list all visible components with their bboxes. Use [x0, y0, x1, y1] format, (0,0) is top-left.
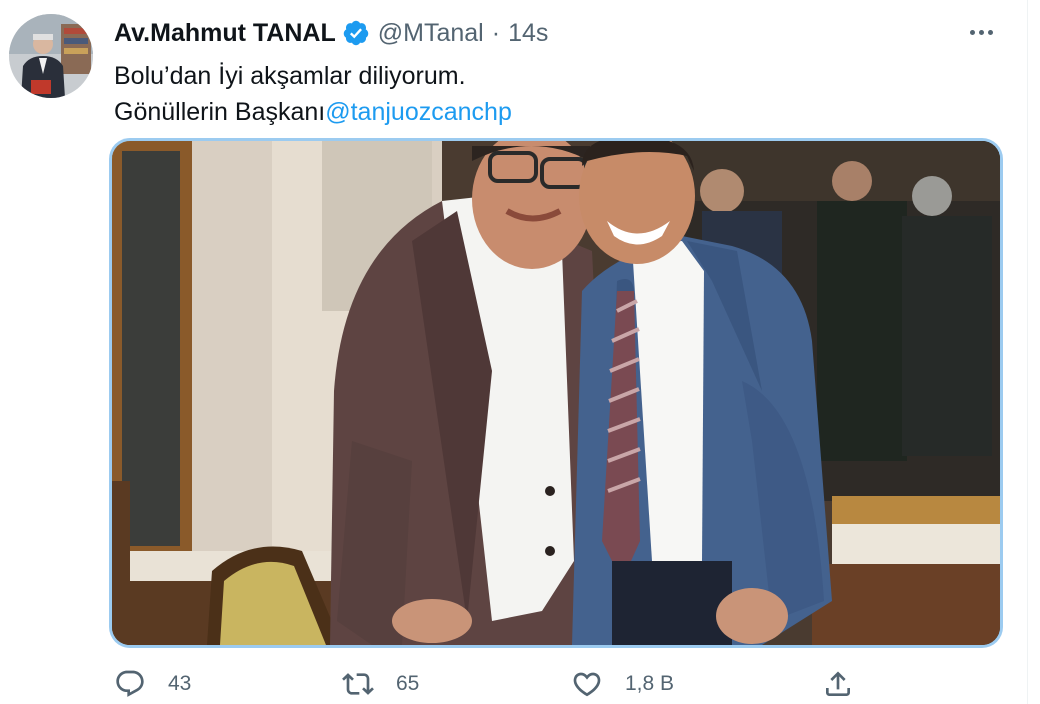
user-handle[interactable]: @MTanal [378, 19, 484, 48]
tweet-text-line-1: Bolu’dan İyi akşamlar diliyorum. [114, 62, 466, 90]
share-button[interactable] [822, 664, 854, 704]
timestamp[interactable]: 14s [508, 19, 548, 48]
mention-link[interactable]: @tanjuozcanchp [325, 98, 512, 126]
like-count: 1,8 B [625, 672, 675, 695]
share-icon [826, 671, 850, 696]
tweet-actions: 43 65 1,8 B [114, 664, 874, 704]
reply-icon [116, 670, 144, 697]
reply-button[interactable]: 43 [114, 664, 191, 704]
like-button[interactable]: 1,8 B [571, 664, 674, 704]
retweet-count: 65 [396, 672, 420, 695]
heart-icon [573, 672, 601, 697]
verified-badge-icon [342, 19, 370, 47]
avatar-image [9, 14, 93, 98]
tweet-text: Bolu’dan İyi akşamlar diliyorum. Gönülle… [114, 58, 994, 130]
display-name[interactable]: Av.Mahmut TANAL [114, 19, 336, 48]
tweet-text-prefix: Gönüllerin Başkanı [114, 98, 326, 126]
retweet-button[interactable]: 65 [342, 664, 419, 704]
tweet-header: Av.Mahmut TANAL @MTanal · 14s [114, 16, 548, 50]
tweet-text-line-2: Gönüllerin Başkanı@tanjuozcanchp [114, 94, 994, 130]
tweet-photo[interactable] [112, 141, 1000, 645]
more-options-icon[interactable] [961, 18, 1001, 46]
reply-count: 43 [168, 672, 192, 695]
photo-image [112, 141, 1000, 645]
separator-dot: · [491, 18, 501, 47]
column-divider [1027, 0, 1028, 704]
avatar[interactable] [9, 14, 93, 98]
retweet-icon [342, 673, 374, 695]
